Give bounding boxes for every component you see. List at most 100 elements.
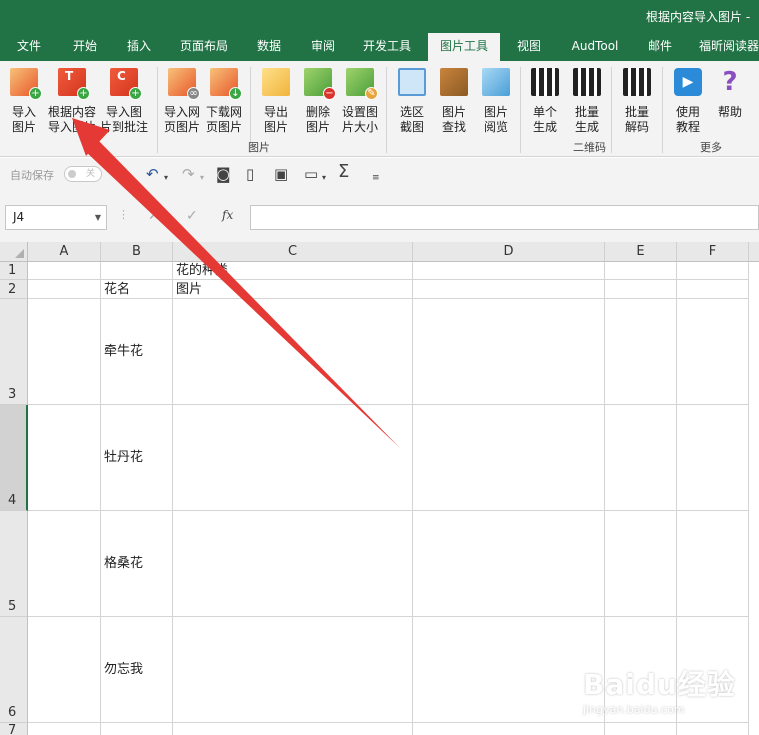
cell-a4[interactable]	[28, 405, 101, 511]
name-box[interactable]: J4 ▼	[5, 205, 107, 230]
resize-image-button[interactable]: ✎ 设置图 片大小	[340, 65, 380, 139]
redo-dropdown-icon[interactable]: ▾	[200, 170, 204, 186]
row-header-3[interactable]: 3	[0, 299, 28, 405]
column-header-b[interactable]: B	[101, 242, 173, 262]
print-icon[interactable]: ▣	[274, 166, 288, 182]
form-icon[interactable]: ▭	[304, 166, 318, 182]
cell-c7[interactable]	[173, 723, 413, 735]
cell-e5[interactable]	[605, 511, 677, 617]
export-image-button[interactable]: 导出 图片	[256, 65, 296, 139]
tab-foxit[interactable]: 福昕阅读器	[694, 33, 759, 61]
cancel-icon[interactable]: ✕	[148, 208, 160, 224]
cell-d1[interactable]	[413, 262, 605, 280]
tab-audtool[interactable]: AudTool	[562, 33, 628, 61]
cell-d2[interactable]	[413, 280, 605, 299]
cell-b1[interactable]	[101, 262, 173, 280]
enter-icon[interactable]: ✓	[186, 208, 198, 224]
cell-c1[interactable]: 花的种类	[173, 262, 413, 280]
row-header-5[interactable]: 5	[0, 511, 28, 617]
cell-f5[interactable]	[677, 511, 749, 617]
row-header-1[interactable]: 1	[0, 262, 28, 280]
row-header-7[interactable]: 7	[0, 723, 28, 735]
download-web-image-button[interactable]: ↓ 下载网 页图片	[204, 65, 244, 139]
cell-e7[interactable]	[605, 723, 677, 735]
column-header-a[interactable]: A	[28, 242, 101, 262]
cell-f1[interactable]	[677, 262, 749, 280]
cell-d6[interactable]	[413, 617, 605, 723]
cell-e3[interactable]	[605, 299, 677, 405]
autosum-icon[interactable]: Σ	[338, 163, 349, 181]
cell-a3[interactable]	[28, 299, 101, 405]
import-by-content-button[interactable]: T + 根据内容 导入图片	[48, 65, 96, 139]
cell-c2[interactable]: 图片	[173, 280, 413, 299]
redo-icon[interactable]: ↷	[182, 166, 195, 182]
tab-mail[interactable]: 邮件	[640, 33, 680, 61]
cell-b3[interactable]: 牵牛花	[101, 299, 173, 405]
cell-c5[interactable]	[173, 511, 413, 617]
tab-home[interactable]: 开始	[62, 33, 108, 61]
cell-a1[interactable]	[28, 262, 101, 280]
cell-a5[interactable]	[28, 511, 101, 617]
cell-d3[interactable]	[413, 299, 605, 405]
column-header-d[interactable]: D	[413, 242, 605, 262]
cell-b2[interactable]: 花名	[101, 280, 173, 299]
chevron-down-icon[interactable]: ▼	[95, 206, 101, 229]
cell-a2[interactable]	[28, 280, 101, 299]
select-all-button[interactable]	[0, 242, 28, 262]
tab-page-layout[interactable]: 页面布局	[172, 33, 236, 61]
cell-e2[interactable]	[605, 280, 677, 299]
tab-data[interactable]: 数据	[246, 33, 292, 61]
cell-e4[interactable]	[605, 405, 677, 511]
cell-c6[interactable]	[173, 617, 413, 723]
cell-c3[interactable]	[173, 299, 413, 405]
cell-d5[interactable]	[413, 511, 605, 617]
form-dropdown-icon[interactable]: ▾	[322, 170, 326, 186]
row-header-2[interactable]: 2	[0, 280, 28, 299]
cell-a6[interactable]	[28, 617, 101, 723]
cell-d4[interactable]	[413, 405, 605, 511]
cell-d7[interactable]	[413, 723, 605, 735]
qr-single-button[interactable]: 单个 生成	[525, 65, 565, 139]
insert-function-icon[interactable]: fx	[222, 208, 233, 222]
autosave-toggle[interactable]: 关	[64, 166, 102, 182]
save-icon[interactable]: ▪	[118, 166, 128, 182]
tab-file[interactable]: 文件	[6, 33, 52, 61]
cell-c4[interactable]	[173, 405, 413, 511]
find-image-button[interactable]: 图片 查找	[434, 65, 474, 139]
cell-b4[interactable]: 牡丹花	[101, 405, 173, 511]
delete-image-button[interactable]: − 删除 图片	[298, 65, 338, 139]
column-header-g[interactable]	[749, 242, 759, 262]
tab-developer[interactable]: 开发工具	[354, 33, 420, 61]
undo-icon[interactable]: ↶	[146, 166, 159, 182]
qr-batch-button[interactable]: 批量 生成	[567, 65, 607, 139]
undo-dropdown-icon[interactable]: ▾	[164, 170, 168, 186]
cell-b5[interactable]: 格桑花	[101, 511, 173, 617]
row-header-4[interactable]: 4	[0, 405, 28, 511]
cell-f2[interactable]	[677, 280, 749, 299]
tab-review[interactable]: 审阅	[300, 33, 346, 61]
cell-b6[interactable]: 勿忘我	[101, 617, 173, 723]
import-to-comment-button[interactable]: C + 导入图 片到批注	[100, 65, 148, 139]
cell-b7[interactable]	[101, 723, 173, 735]
qr-decode-button[interactable]: 批量 解码	[617, 65, 657, 139]
column-header-f[interactable]: F	[677, 242, 749, 262]
print-preview-icon[interactable]: ▯	[246, 166, 254, 182]
cell-e1[interactable]	[605, 262, 677, 280]
row-header-6[interactable]: 6	[0, 617, 28, 723]
cell-f7[interactable]	[677, 723, 749, 735]
tab-picture-tools[interactable]: 图片工具	[428, 33, 500, 61]
tutorial-button[interactable]: ▶ 使用 教程	[668, 65, 708, 139]
tab-insert[interactable]: 插入	[116, 33, 162, 61]
import-image-button[interactable]: + 导入 图片	[4, 65, 44, 139]
customize-qat-icon[interactable]: ≡	[372, 170, 380, 186]
camera-icon[interactable]: ◙	[216, 166, 231, 182]
formula-input[interactable]	[250, 205, 759, 230]
screenshot-button[interactable]: 选区 截图	[392, 65, 432, 139]
view-image-button[interactable]: 图片 阅览	[476, 65, 516, 139]
import-web-image-button[interactable]: ∞ 导入网 页图片	[162, 65, 202, 139]
cell-f3[interactable]	[677, 299, 749, 405]
column-header-e[interactable]: E	[605, 242, 677, 262]
cell-a7[interactable]	[28, 723, 101, 735]
column-header-c[interactable]: C	[173, 242, 413, 262]
help-button[interactable]: ? 帮助	[710, 65, 750, 139]
